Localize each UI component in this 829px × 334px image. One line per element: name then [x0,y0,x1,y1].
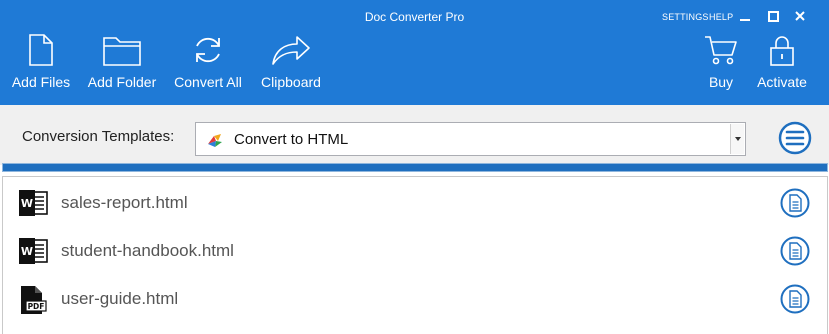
lock-icon [770,36,794,66]
template-icon [208,134,222,147]
settings-link[interactable]: SETTINGS [662,12,709,22]
help-link[interactable]: HELP [709,12,733,22]
conversion-template-select[interactable]: Convert to HTML [195,122,746,156]
file-list: W sales-report.html W student-handbook.h… [2,176,828,334]
maximize-button[interactable] [763,6,783,26]
add-files-label: Add Files [11,74,71,90]
word-document-icon: W [19,190,48,216]
convert-all-label: Convert All [174,74,242,90]
svg-text:W: W [21,197,33,210]
buy-label: Buy [708,74,734,90]
file-name: user-guide.html [61,289,179,308]
conversion-templates-label: Conversion Templates: [22,128,175,145]
document-icon [780,284,810,314]
minimize-button[interactable] [735,6,755,26]
file-details-button[interactable] [780,236,810,266]
hamburger-menu-icon [778,121,812,155]
add-folder-label: Add Folder [87,74,157,90]
word-document-icon: W [19,238,48,264]
file-name: sales-report.html [61,193,188,212]
activate-label: Activate [757,74,807,90]
app-header: Doc Converter Pro SETTINGS HELP Add File… [0,0,829,105]
refresh-icon [196,37,220,63]
cart-icon [705,36,737,65]
file-name: student-handbook.html [61,241,234,260]
svg-text:PDF: PDF [28,302,45,311]
document-icon [780,236,810,266]
caret-down-icon [734,137,741,141]
document-icon [780,188,810,218]
add-files-button[interactable]: Add Files [12,34,70,98]
clipboard-label: Clipboard [261,74,321,90]
menu-button[interactable] [778,121,812,155]
pdf-document-icon: PDF [21,286,47,314]
selected-template: Convert to HTML [234,131,349,148]
conversion-progress-bar [2,163,828,172]
list-item[interactable]: W student-handbook.html [3,227,827,275]
file-details-button[interactable] [780,284,810,314]
list-item[interactable]: PDF user-guide.html [3,275,827,323]
activate-button[interactable]: Activate [753,34,811,98]
add-folder-button[interactable]: Add Folder [86,34,158,98]
list-item[interactable]: W sales-report.html [3,179,827,227]
buy-button[interactable]: Buy [701,34,741,98]
convert-all-button[interactable]: Convert All [172,34,244,98]
maximize-icon [767,10,779,22]
dropdown-arrow[interactable] [730,124,744,154]
folder-icon [103,37,141,66]
template-bar: Conversion Templates: Convert to HTML [0,105,829,165]
minimize-icon [740,19,750,21]
file-icon [29,34,53,66]
file-details-button[interactable] [780,188,810,218]
clipboard-button[interactable]: Clipboard [258,34,324,98]
share-arrow-icon [272,36,310,65]
svg-text:W: W [21,245,33,258]
close-button[interactable] [790,6,810,26]
close-icon [795,11,805,21]
